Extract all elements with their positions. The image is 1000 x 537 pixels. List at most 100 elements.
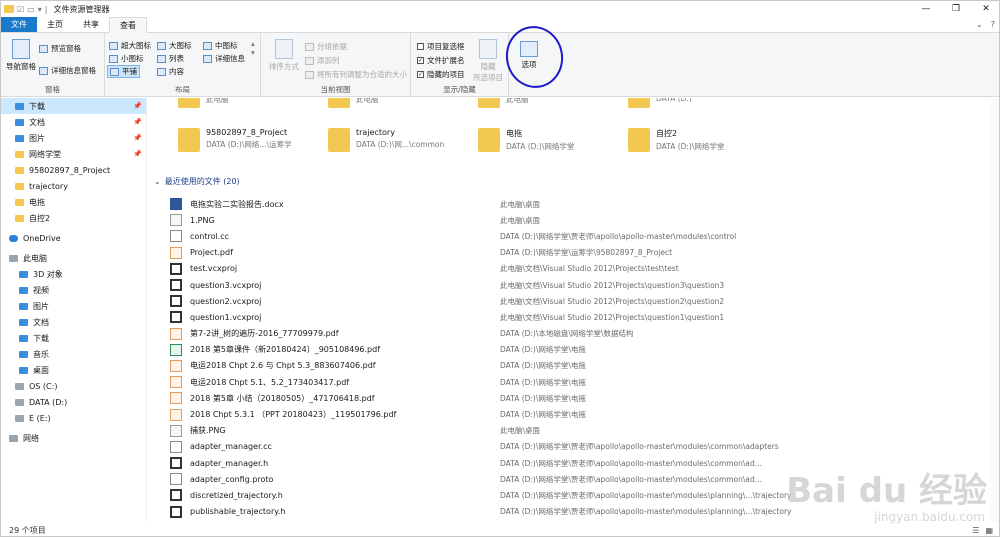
vertical-scrollbar[interactable] — [991, 98, 999, 522]
layout-content-label: 内容 — [169, 67, 184, 76]
hide-label: 隐藏 — [480, 62, 496, 71]
preview-pane-button[interactable]: 预览窗格 — [39, 43, 81, 54]
tab-file[interactable]: 文件 — [1, 17, 37, 32]
sidebar-item[interactable]: 网络学堂 📌 — [1, 146, 146, 162]
list-item[interactable]: question2.vcxproj 此电脑\文档\Visual Studio 20… — [170, 293, 970, 309]
tab-share[interactable]: 共享 — [73, 17, 109, 32]
quick-access-tile[interactable]: DATA (D:) — [628, 98, 692, 108]
tab-view[interactable]: 查看 — [109, 17, 147, 33]
quick-access-tile[interactable]: 电拖 DATA (D:)\网络学堂 — [478, 128, 574, 152]
nav-pane-button[interactable]: 导航窗格 — [5, 39, 37, 72]
layout-xl-icons[interactable]: 超大图标 — [109, 40, 151, 51]
sidebar-item[interactable]: E (E:) — [1, 410, 146, 426]
file-path: DATA (D:)\网络学堂\运筹学\95802897_8_Project — [500, 248, 673, 258]
large-icons-view-icon[interactable]: ▦ — [985, 526, 993, 535]
sidebar-item[interactable]: 下载 📌 — [1, 98, 146, 114]
preview-pane-icon — [39, 44, 48, 53]
sidebar-item[interactable]: 文档 — [1, 314, 146, 330]
sidebar-item[interactable]: 音乐 — [1, 346, 146, 362]
sidebar-item[interactable]: 电拖 — [1, 194, 146, 210]
layout-list[interactable]: 列表 — [157, 53, 184, 64]
quick-access-tile[interactable]: 此电脑 — [328, 98, 379, 108]
list-item[interactable]: question1.vcxproj 此电脑\文档\Visual Studio 20… — [170, 309, 970, 325]
group-label-panes: 窗格 — [45, 85, 60, 94]
quick-access-tile[interactable]: 95802897_8_Project DATA (D:)\网络...\运筹学 — [178, 128, 292, 152]
sidebar-item[interactable]: 3D 对象 — [1, 266, 146, 282]
close-button[interactable]: ✕ — [971, 1, 999, 17]
quick-access-tile[interactable]: 自控2 DATA (D:)\网络学堂 — [628, 128, 724, 152]
list-item[interactable]: 2018 第5章 小结（20180505）_471706418.pdf DATA … — [170, 390, 970, 406]
list-item[interactable]: question3.vcxproj 此电脑\文档\Visual Studio 20… — [170, 277, 970, 293]
quick-access-tile[interactable]: 此电脑 — [178, 98, 229, 108]
layout-medium-icons[interactable]: 中图标 — [203, 40, 238, 51]
list-item[interactable]: 电运2018 Chpt 2.6 与 Chpt 5.3_883607406.pdf… — [170, 358, 970, 374]
group-by-button[interactable]: 分组依据 — [305, 41, 347, 52]
sidebar-item[interactable]: trajectory — [1, 178, 146, 194]
layout-content[interactable]: 内容 — [157, 66, 184, 77]
sidebar-item[interactable]: 下载 — [1, 330, 146, 346]
chevron-down-icon[interactable]: ⌄ — [976, 20, 983, 29]
add-column-button[interactable]: 添加列 — [305, 55, 340, 66]
sort-by-button[interactable]: 排序方式 — [267, 39, 301, 72]
fit-columns-button[interactable]: 将所有列调整为合适的大小 — [305, 69, 407, 80]
item-checkboxes-toggle[interactable]: 项目复选框 — [417, 41, 465, 52]
layout-scroll-icon[interactable]: ▴ ▾ — [251, 39, 255, 57]
list-item[interactable]: 2018 第5章课件（新20180424）_905108496.pdf DATA … — [170, 342, 970, 358]
list-item[interactable]: test.vcxproj 此电脑\文档\Visual Studio 2012\Pr… — [170, 261, 970, 277]
view-switcher: ☰ ▦ — [972, 526, 999, 535]
sidebar-item[interactable]: DATA (D:) — [1, 394, 146, 410]
list-item[interactable]: Project.pdf DATA (D:)\网络学堂\运筹学\95802897_8… — [170, 245, 970, 261]
list-item[interactable]: adapter_manager.cc DATA (D:)\网络学堂\贾老师\apo… — [170, 439, 970, 455]
restore-button[interactable]: ❐ — [941, 1, 971, 17]
sidebar-item[interactable]: 95802897_8_Project — [1, 162, 146, 178]
sidebar-item[interactable]: OneDrive — [1, 230, 146, 246]
sidebar-item[interactable]: 图片 — [1, 298, 146, 314]
list-item[interactable]: 1.PNG 此电脑\桌面 — [170, 212, 970, 228]
minimize-button[interactable]: — — [911, 1, 941, 17]
sidebar-item[interactable]: 视频 — [1, 282, 146, 298]
tab-home[interactable]: 主页 — [37, 17, 73, 32]
file-name: 2018 第5章 小结（20180505）_471706418.pdf — [190, 393, 375, 403]
fit-columns-icon — [305, 70, 314, 79]
sidebar-item-label: DATA (D:) — [29, 397, 68, 407]
dropdown-icon[interactable]: ▾ — [38, 5, 42, 14]
png-file-icon — [170, 214, 182, 227]
layout-tiles[interactable]: 平铺 — [107, 65, 140, 78]
list-item[interactable]: 电拖实验二实验报告.docx 此电脑\桌面 — [170, 196, 970, 212]
sidebar-item[interactable]: OS (C:) — [1, 378, 146, 394]
details-view-icon[interactable]: ☰ — [972, 526, 979, 535]
sidebar-item[interactable]: 文档 📌 — [1, 114, 146, 130]
sidebar-item[interactable]: 网络 — [1, 430, 146, 446]
layout-small-icons[interactable]: 小图标 — [109, 53, 144, 64]
list-item[interactable]: control.cc DATA (D:)\网络学堂\贾老师\apollo\apol… — [170, 228, 970, 244]
quick-access-tile[interactable]: trajectory DATA (D:)\网...\common — [328, 128, 444, 152]
file-extensions-label: 文件扩展名 — [427, 56, 465, 65]
list-item[interactable]: 电运2018 Chpt 5.1、5.2_173403417.pdf DATA (D… — [170, 374, 970, 390]
new-folder-icon[interactable]: ▭ — [27, 5, 35, 14]
hidden-items-toggle[interactable]: ✓ 隐藏的项目 — [417, 69, 465, 80]
list-item[interactable]: 2018 Chpt 5.3.1 （PPT 20180423）_119501796… — [170, 406, 970, 422]
sidebar-item[interactable]: 此电脑 — [1, 250, 146, 266]
help-icon[interactable]: ? — [991, 20, 995, 29]
list-item[interactable]: 第7-2讲_树的遍历-2016_77709979.pdf DATA (D:)\本地… — [170, 326, 970, 342]
file-name: 第7-2讲_树的遍历-2016_77709979.pdf — [190, 329, 339, 339]
file-path: DATA (D:)\网络学堂\电拖 — [500, 361, 586, 371]
layout-small-label: 小图标 — [121, 54, 144, 63]
tile-location: 此电脑 — [506, 98, 529, 104]
tile-name: trajectory — [356, 128, 395, 137]
sidebar-item[interactable]: 图片 📌 — [1, 130, 146, 146]
layout-large-icons[interactable]: 大图标 — [157, 40, 192, 51]
details-pane-button[interactable]: 详细信息窗格 — [39, 65, 96, 76]
layout-details[interactable]: 详细信息 — [203, 53, 245, 64]
sidebar-item[interactable]: 自控2 — [1, 210, 146, 226]
download-icon — [15, 102, 24, 110]
list-item[interactable]: 捕获.PNG 此电脑\桌面 — [170, 423, 970, 439]
file-extensions-toggle[interactable]: ✓ 文件扩展名 — [417, 55, 465, 66]
folder-icon — [478, 98, 500, 108]
hide-selected-button[interactable]: 隐藏 所选项目 — [473, 39, 503, 83]
txt-file-icon — [170, 440, 182, 453]
recent-files-header[interactable]: ⌄ 最近使用的文件 (20) — [154, 176, 240, 187]
sidebar-item[interactable]: 桌面 — [1, 362, 146, 378]
checkbox-icon[interactable]: ☑ — [17, 5, 24, 14]
quick-access-tile[interactable]: 此电脑 — [478, 98, 529, 108]
